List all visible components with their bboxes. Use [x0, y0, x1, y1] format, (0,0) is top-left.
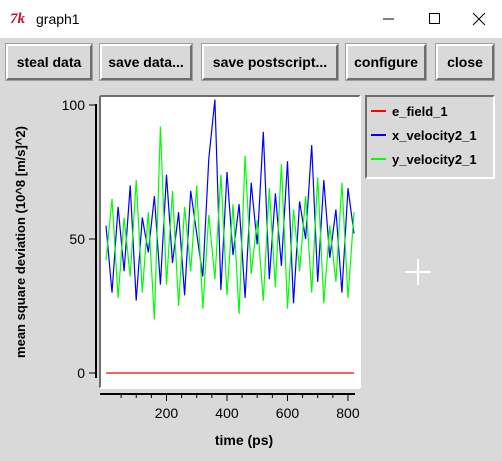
close-icon	[472, 12, 486, 26]
legend-item-e-field: e_field_1	[371, 101, 491, 121]
legend-swatch-e-field	[371, 110, 386, 112]
legend-label-x-velocity: x_velocity2_1	[392, 127, 477, 143]
legend: e_field_1 x_velocity2_1 y_velocity2_1	[365, 95, 495, 179]
legend-swatch-y-velocity	[371, 158, 386, 160]
maximize-icon	[429, 13, 440, 24]
window-title: graph1	[36, 11, 80, 27]
configure-button[interactable]: configure	[346, 44, 426, 80]
steal-data-button[interactable]: steal data	[6, 44, 92, 80]
legend-label-y-velocity: y_velocity2_1	[392, 151, 477, 167]
save-postscript-button[interactable]: save postscript...	[202, 44, 338, 80]
maximize-button[interactable]	[412, 0, 458, 38]
legend-item-x-velocity: x_velocity2_1	[371, 125, 491, 145]
graph-canvas[interactable]: 0 50 100 200 400 600 800 time (ps) mean squar…	[0, 88, 365, 458]
x-axis-label: time (ps)	[215, 432, 273, 448]
y-tick-label: 100	[62, 97, 86, 113]
legend-item-y-velocity: y_velocity2_1	[371, 149, 491, 169]
tk-app-icon: 7k	[10, 11, 25, 27]
x-tick-label: 600	[276, 405, 300, 421]
close-button[interactable]: close	[436, 44, 494, 80]
x-tick-label: 200	[155, 405, 179, 421]
minimize-icon	[383, 18, 394, 20]
y-tick-label: 50	[69, 231, 85, 247]
x-tick-label: 800	[336, 405, 360, 421]
x-tick-label: 400	[215, 405, 239, 421]
minimize-button[interactable]	[366, 0, 412, 38]
y-axis-label: mean square deviation (10^8 [m/s]^2)	[13, 126, 28, 358]
x-tick-group: 200 400 600 800	[120, 394, 360, 421]
title-bar: 7k graph1	[0, 0, 502, 38]
close-window-button[interactable]	[456, 0, 502, 38]
y-tick-label: 0	[77, 365, 85, 381]
y-tick-group: 0 50 100	[62, 97, 96, 381]
legend-label-e-field: e_field_1	[392, 103, 448, 119]
save-data-button[interactable]: save data...	[100, 44, 192, 80]
crosshair-cursor-icon	[405, 259, 431, 285]
legend-swatch-x-velocity	[371, 134, 386, 136]
